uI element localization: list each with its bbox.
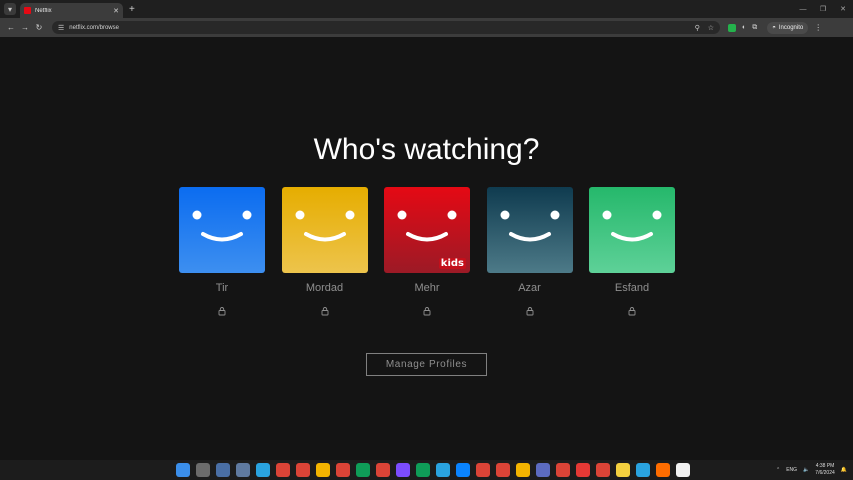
profile-item[interactable]: Azar <box>486 187 573 316</box>
site-info-icon[interactable]: ☰ <box>58 24 64 32</box>
minimize-icon[interactable]: — <box>793 0 813 18</box>
profile-avatar[interactable] <box>281 187 368 273</box>
profile-avatar[interactable] <box>589 187 675 273</box>
profile-avatar[interactable]: kids <box>384 187 470 273</box>
profile-avatar[interactable] <box>486 187 573 273</box>
reload-icon[interactable]: ↻ <box>32 21 46 35</box>
profile-item[interactable]: kids Mehr <box>384 187 470 316</box>
smiley-icon <box>589 187 675 273</box>
lock-icon[interactable] <box>320 306 330 316</box>
forward-icon[interactable]: → <box>18 21 32 35</box>
chevron-up-icon[interactable]: ⌃ <box>776 467 780 473</box>
profile-name[interactable]: Esfand <box>615 282 649 294</box>
language-indicator[interactable]: ENG <box>786 467 797 473</box>
taskbar-app-icon[interactable] <box>296 463 310 477</box>
taskbar-app-icon[interactable] <box>636 463 650 477</box>
incognito-icon: ◓ <box>772 24 776 31</box>
extension-icon[interactable]: ◐ <box>742 24 746 31</box>
taskbar-apps <box>176 463 690 477</box>
clock-time: 4:38 PM <box>815 463 835 469</box>
taskbar-app-icon[interactable] <box>336 463 350 477</box>
taskbar-app-icon[interactable] <box>576 463 590 477</box>
shield-extension-icon[interactable] <box>728 23 736 32</box>
close-window-icon[interactable]: ✕ <box>833 0 853 18</box>
address-bar[interactable]: ☰ netflix.com/browse ⚲ ☆ <box>52 21 720 34</box>
taskbar-app-icon[interactable] <box>656 463 670 477</box>
taskbar-app-icon[interactable] <box>416 463 430 477</box>
taskbar-app-icon[interactable] <box>376 463 390 477</box>
profile-name[interactable]: Azar <box>518 282 541 294</box>
profile-list: Tir Mordad kids Mehr Azar Esfand <box>179 187 675 316</box>
profile-item[interactable]: Esfand <box>589 187 675 316</box>
incognito-label: Incognito <box>778 24 804 31</box>
profile-item[interactable]: Tir <box>179 187 265 316</box>
lock-icon[interactable] <box>217 306 227 316</box>
taskbar-app-icon[interactable] <box>216 463 230 477</box>
taskbar: ⌃ ENG 🔈 4:38 PM 7/6/2024 🔔 <box>0 460 853 480</box>
taskbar-app-icon[interactable] <box>616 463 630 477</box>
manage-profiles-button[interactable]: Manage Profiles <box>366 353 487 376</box>
close-tab-icon[interactable]: ✕ <box>113 7 119 15</box>
tab-strip: ▾ Netflix ✕ + — ❐ ✕ <box>0 0 853 18</box>
taskbar-app-icon[interactable] <box>676 463 690 477</box>
puzzle-icon[interactable]: ⧉ <box>752 24 757 32</box>
back-icon[interactable]: ← <box>4 21 18 35</box>
extensions-area: ◐ ⧉ <box>728 23 757 32</box>
kids-badge: kids <box>438 258 466 269</box>
profile-name[interactable]: Mehr <box>414 282 439 294</box>
profile-avatar[interactable] <box>179 187 265 273</box>
lock-icon[interactable] <box>525 306 535 316</box>
system-tray: ⌃ ENG 🔈 4:38 PM 7/6/2024 🔔 <box>776 462 847 478</box>
lock-icon[interactable] <box>422 306 432 316</box>
taskbar-app-icon[interactable] <box>316 463 330 477</box>
notification-icon[interactable]: 🔔 <box>841 467 847 473</box>
browser-tab[interactable]: Netflix ✕ <box>20 3 123 18</box>
taskbar-app-icon[interactable] <box>596 463 610 477</box>
tab-search-icon[interactable]: ▾ <box>4 3 16 15</box>
taskbar-app-icon[interactable] <box>476 463 490 477</box>
speaker-icon[interactable]: 🔈 <box>803 467 809 473</box>
bookmark-star-icon[interactable]: ☆ <box>708 24 714 32</box>
smiley-icon <box>281 187 368 273</box>
taskbar-app-icon[interactable] <box>276 463 290 477</box>
smiley-icon <box>486 187 573 273</box>
profile-name[interactable]: Mordad <box>306 282 343 294</box>
new-tab-icon[interactable]: + <box>129 4 135 15</box>
incognito-badge[interactable]: ◓ Incognito <box>767 21 809 34</box>
profile-item[interactable]: Mordad <box>281 187 368 316</box>
window-controls: — ❐ ✕ <box>793 0 853 18</box>
tab-title: Netflix <box>35 7 52 14</box>
menu-dots-icon[interactable]: ⋮ <box>814 23 822 32</box>
profile-gate: Who's watching? Tir Mordad kids Mehr Azar Esf… <box>0 37 853 460</box>
page-title: Who's watching? <box>313 133 540 166</box>
taskbar-app-icon[interactable] <box>356 463 370 477</box>
smiley-icon <box>179 187 265 273</box>
taskbar-app-icon[interactable] <box>536 463 550 477</box>
taskbar-app-icon[interactable] <box>396 463 410 477</box>
browser-toolbar: ← → ↻ ☰ netflix.com/browse ⚲ ☆ ◐ ⧉ ◓ Inc… <box>0 18 853 37</box>
lock-icon[interactable] <box>627 306 637 316</box>
taskbar-app-icon[interactable] <box>436 463 450 477</box>
url-text[interactable]: netflix.com/browse <box>69 25 689 31</box>
netflix-favicon-icon <box>24 7 31 14</box>
clock-date: 7/6/2024 <box>815 470 835 476</box>
taskbar-app-icon[interactable] <box>176 463 190 477</box>
taskbar-app-icon[interactable] <box>456 463 470 477</box>
clock[interactable]: 4:38 PM 7/6/2024 <box>815 463 834 477</box>
profile-name[interactable]: Tir <box>216 282 228 294</box>
taskbar-app-icon[interactable] <box>256 463 270 477</box>
taskbar-app-icon[interactable] <box>236 463 250 477</box>
taskbar-app-icon[interactable] <box>196 463 210 477</box>
zoom-icon[interactable]: ⚲ <box>695 24 700 32</box>
taskbar-app-icon[interactable] <box>516 463 530 477</box>
restore-icon[interactable]: ❐ <box>813 0 833 18</box>
taskbar-app-icon[interactable] <box>556 463 570 477</box>
taskbar-app-icon[interactable] <box>496 463 510 477</box>
